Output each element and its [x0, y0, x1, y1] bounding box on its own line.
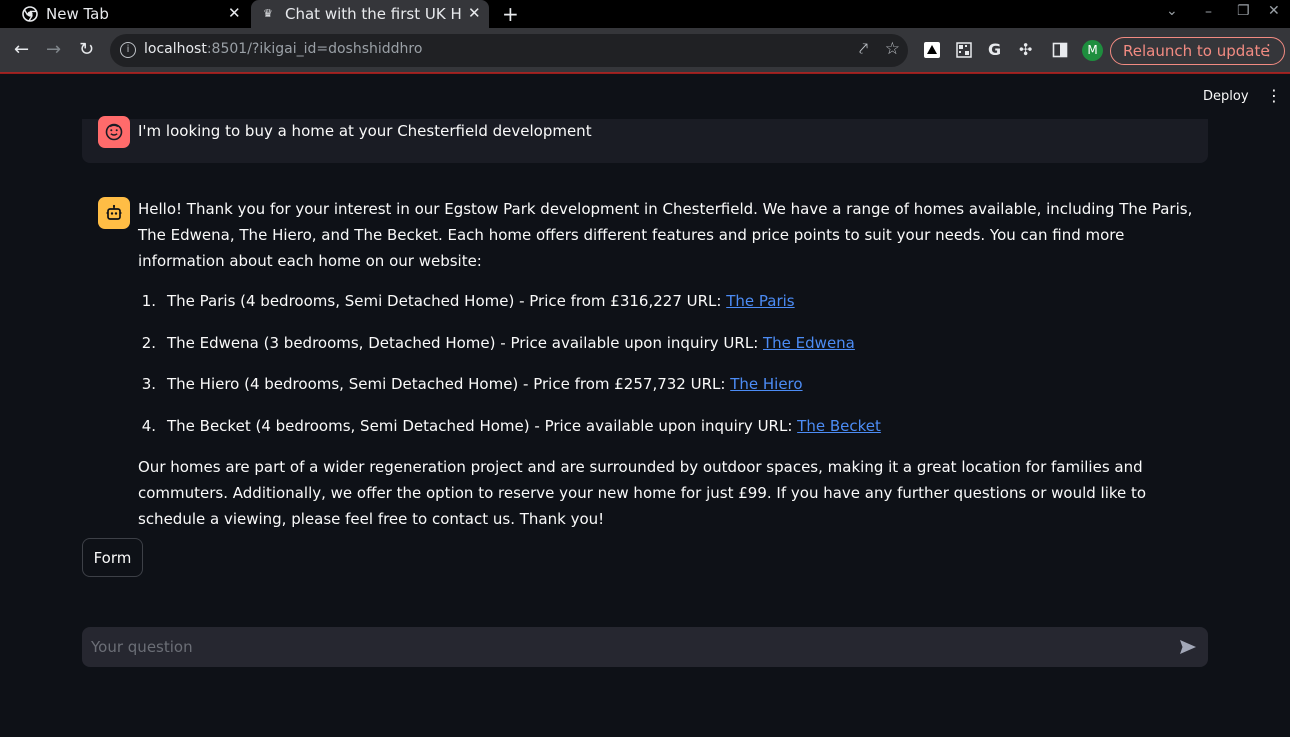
list-item: 3. The Hiero (4 bedrooms, Semi Detached … — [138, 371, 1203, 413]
user-message: I'm looking to buy a home at your Cheste… — [82, 116, 1208, 163]
url-path: :8501/?ikigai_id=doshshiddhro — [206, 41, 423, 57]
forward-icon[interactable]: → — [46, 38, 61, 62]
close-tab-icon[interactable]: ✕ — [468, 4, 481, 22]
crown-icon: ♛ — [263, 7, 273, 20]
extensions-puzzle-icon[interactable]: ✣ — [1019, 38, 1032, 62]
close-window-icon[interactable]: ✕ — [1268, 3, 1280, 19]
relaunch-label: Relaunch to update — [1123, 42, 1270, 60]
smiley-face-icon — [105, 123, 123, 141]
send-icon[interactable] — [1178, 637, 1198, 657]
home-description: The Hiero (4 bedrooms, Semi Detached Hom… — [167, 375, 731, 393]
assistant-message: Hello! Thank you for your interest in ou… — [138, 196, 1203, 532]
menu-dots-icon[interactable]: ⋮ — [1261, 41, 1276, 59]
address-bar[interactable]: i localhost:8501/?ikigai_id=doshshiddhro… — [110, 34, 908, 67]
url-text[interactable]: localhost:8501/?ikigai_id=doshshiddhro — [144, 41, 422, 57]
list-number: 1. — [141, 292, 156, 310]
profile-avatar[interactable]: M — [1082, 40, 1103, 61]
homes-list: 1. The Paris (4 bedrooms, Semi Detached … — [138, 288, 1203, 454]
chat-input-container — [82, 627, 1208, 667]
list-number: 2. — [141, 333, 156, 352]
tab-new-tab[interactable]: New Tab ✕ — [0, 0, 250, 28]
new-tab-button[interactable]: + — [502, 2, 519, 26]
share-icon[interactable]: ⤤ — [859, 39, 868, 59]
assistant-avatar — [98, 197, 130, 229]
main-menu-icon[interactable]: ⋮ — [1266, 86, 1282, 105]
home-description: The Becket (4 bedrooms, Semi Detached Ho… — [167, 416, 798, 435]
chrome-icon — [22, 6, 38, 22]
home-link-edwena[interactable]: The Edwena — [763, 334, 855, 352]
close-tab-icon[interactable]: ✕ — [228, 4, 241, 22]
extension-triangle-icon[interactable] — [924, 42, 940, 58]
tab-search-icon[interactable]: ⌄ — [1166, 3, 1178, 19]
minimize-icon[interactable]: – — [1205, 4, 1212, 20]
deploy-button[interactable]: Deploy — [1203, 89, 1249, 104]
list-item: 4. The Becket (4 bedrooms, Semi Detached… — [138, 413, 1203, 455]
home-description: The Paris (4 bedrooms, Semi Detached Hom… — [167, 292, 727, 310]
reload-icon[interactable]: ↻ — [79, 38, 94, 62]
assistant-intro-text: Hello! Thank you for your interest in ou… — [138, 200, 1193, 270]
tab-title: Chat with the first UK House — [285, 5, 461, 23]
browser-toolbar: ← → ↻ i localhost:8501/?ikigai_id=doshsh… — [0, 28, 1290, 73]
tab-chat[interactable]: ♛ Chat with the first UK House ✕ — [251, 0, 489, 28]
relaunch-button[interactable]: Relaunch to update ⋮ — [1110, 37, 1285, 65]
robot-icon — [106, 204, 122, 220]
home-description: The Edwena (3 bedrooms, Detached Home) -… — [167, 333, 764, 352]
google-icon[interactable]: G — [988, 38, 1001, 62]
home-link-hiero[interactable]: The Hiero — [730, 375, 802, 393]
list-number: 3. — [141, 375, 156, 393]
restore-icon[interactable]: ❐ — [1237, 3, 1250, 19]
home-link-paris[interactable]: The Paris — [726, 292, 794, 310]
assistant-outro-text: Our homes are part of a wider regenerati… — [138, 458, 1147, 528]
url-host: localhost — [144, 41, 207, 57]
form-button[interactable]: Form — [82, 538, 143, 577]
home-link-becket[interactable]: The Becket — [797, 417, 881, 435]
tab-strip: New Tab ✕ ♛ Chat with the first UK House… — [0, 0, 1290, 28]
tab-title: New Tab — [46, 5, 109, 23]
list-item: 2. The Edwena (3 bedrooms, Detached Home… — [138, 330, 1203, 372]
user-avatar — [98, 116, 130, 148]
side-panel-icon[interactable] — [1052, 42, 1068, 58]
bookmark-star-icon[interactable]: ☆ — [885, 39, 900, 59]
user-message-text: I'm looking to buy a home at your Cheste… — [138, 122, 592, 140]
qr-code-icon[interactable] — [956, 42, 972, 58]
app-header: Deploy ⋮ — [0, 74, 1290, 119]
question-input[interactable] — [82, 627, 1162, 667]
back-icon[interactable]: ← — [14, 38, 29, 62]
list-item: 1. The Paris (4 bedrooms, Semi Detached … — [138, 288, 1203, 330]
list-number: 4. — [141, 416, 156, 435]
site-info-icon[interactable]: i — [120, 42, 136, 58]
